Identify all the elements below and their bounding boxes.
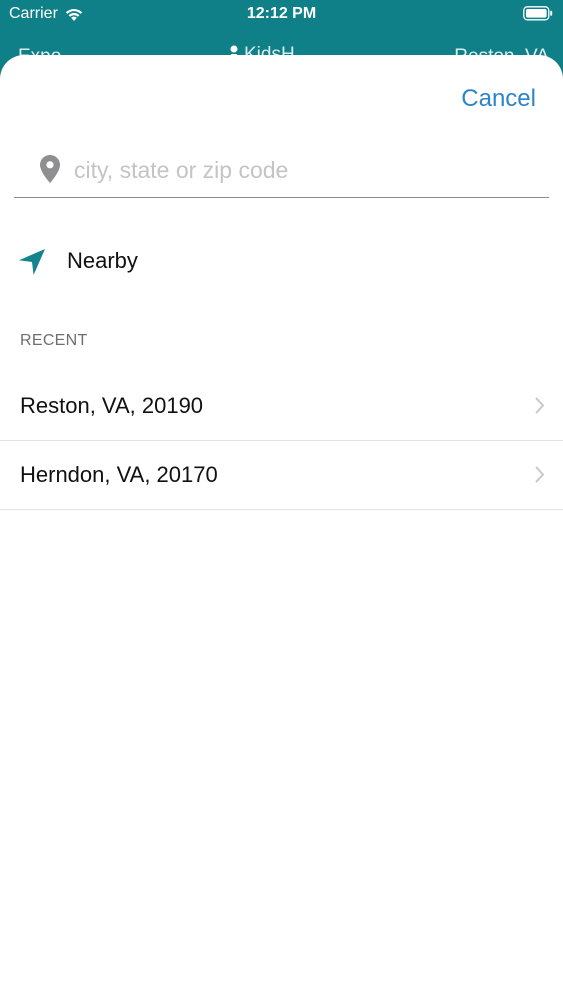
battery-icon bbox=[523, 6, 553, 21]
chevron-right-icon bbox=[535, 466, 544, 483]
map-pin-icon bbox=[40, 155, 60, 183]
recent-item-label: Herndon, VA, 20170 bbox=[20, 462, 218, 487]
status-time: 12:12 PM bbox=[246, 5, 317, 22]
search-field[interactable] bbox=[14, 143, 549, 198]
nearby-label: Nearby bbox=[67, 248, 138, 273]
recent-item[interactable]: Herndon, VA, 20170 bbox=[0, 441, 563, 510]
status-bar: Carrier 12:12 PM bbox=[0, 0, 563, 30]
nearby-row[interactable]: Nearby bbox=[0, 240, 563, 284]
location-sheet: Cancel Nearby RECENT Reston, VA, 20190 bbox=[0, 55, 563, 1000]
recent-item[interactable]: Reston, VA, 20190 bbox=[0, 372, 563, 441]
chevron-right-icon bbox=[535, 397, 544, 414]
recent-section-header: RECENT bbox=[20, 332, 88, 349]
recent-list: Reston, VA, 20190 Herndon, VA, 20170 bbox=[0, 372, 563, 510]
screen: Carrier 12:12 PM Expo KidsH Reston, bbox=[0, 0, 563, 1000]
search-input[interactable] bbox=[72, 153, 536, 187]
recent-item-label: Reston, VA, 20190 bbox=[20, 393, 204, 418]
location-arrow-icon bbox=[19, 249, 45, 275]
status-battery bbox=[523, 6, 553, 26]
cancel-button[interactable]: Cancel bbox=[461, 85, 536, 113]
